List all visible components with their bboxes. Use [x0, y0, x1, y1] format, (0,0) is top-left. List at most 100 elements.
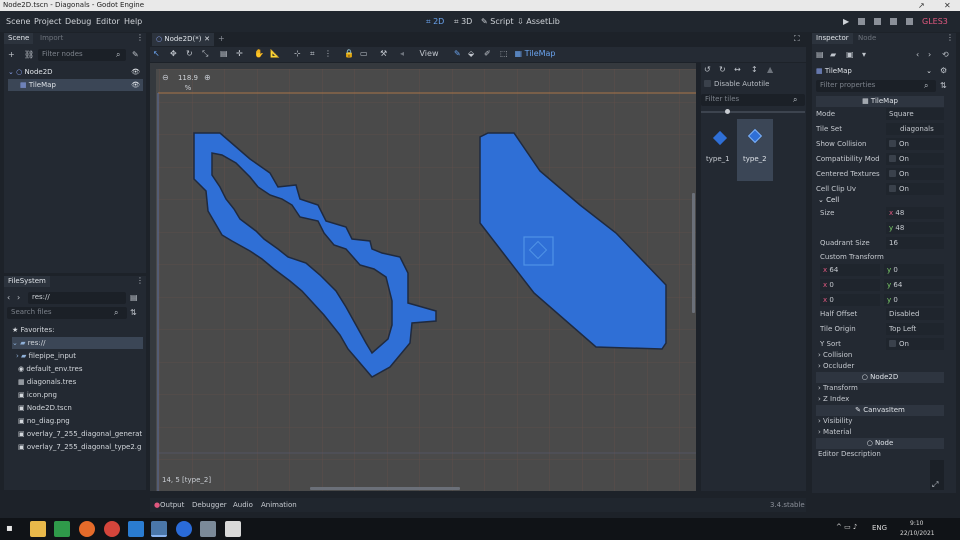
prop-value[interactable]: On [886, 338, 944, 350]
workspace-script[interactable]: ✎ Script [481, 11, 513, 32]
select-mode-icon[interactable]: ↖ [153, 49, 160, 59]
save-resource-icon[interactable]: ▣ [846, 50, 854, 60]
tile-item-type2[interactable]: type_2 [737, 119, 773, 181]
close-icon[interactable]: ✕ [944, 0, 951, 11]
viewport-2d[interactable]: ⊖ 118.9 % ⊕ 14, 5 [type_2] [150, 63, 696, 491]
language-indicator[interactable]: ENG [872, 524, 887, 532]
section-collision[interactable]: › Collision [818, 350, 852, 361]
fs-file[interactable]: ▣ Node2D.tscn [18, 402, 72, 414]
checkbox[interactable] [889, 170, 896, 177]
paint-icon[interactable]: ✎ [454, 49, 461, 59]
bone-icon[interactable]: ⚒ [380, 49, 387, 59]
lock-icon[interactable]: 🔒 [344, 49, 354, 59]
distraction-free-icon[interactable]: ⛶ [794, 34, 800, 44]
disable-autotile-option[interactable]: Disable Autotile [704, 79, 769, 89]
tile-item-type1[interactable]: type_1 [704, 119, 734, 179]
prop-compatibility[interactable]: Compatibility Mod On [816, 152, 944, 166]
key-icon[interactable]: ◂ [400, 49, 404, 59]
add-node-icon[interactable]: + [8, 50, 15, 60]
fs-root-folder[interactable]: ⌄ ▰ res:// [12, 337, 143, 349]
transform-y[interactable]: y 64 [884, 279, 944, 291]
tab-scene[interactable]: Scene [4, 33, 34, 44]
menu-scene[interactable]: Scene [6, 11, 30, 32]
bucket-fill-icon[interactable]: ⬙ [468, 49, 474, 59]
sort-properties-icon[interactable]: ⇅ [940, 81, 947, 91]
split-view-icon[interactable]: ▤ [130, 293, 138, 303]
tab-node[interactable]: Node [854, 33, 880, 44]
transform-x[interactable]: x 0 [820, 279, 880, 291]
transform-x[interactable]: x 64 [820, 264, 880, 276]
object-properties-icon[interactable]: ⚙ [940, 66, 947, 76]
workspace-assetlib[interactable]: ⇩ AssetLib [517, 11, 560, 32]
prop-value[interactable]: On [886, 183, 944, 195]
checkbox[interactable] [889, 185, 896, 192]
prop-tile-set[interactable]: Tile Set diagonals [816, 122, 944, 136]
prop-cell-size-x[interactable]: Size x 48 [816, 206, 944, 220]
filter-tiles-input[interactable]: Filter tiles [701, 94, 805, 106]
fs-folder[interactable]: › ▰ filepipe_input [16, 350, 76, 362]
play-custom-icon[interactable] [906, 18, 913, 25]
tab-import[interactable]: Import [36, 33, 67, 44]
add-tab-icon[interactable]: + [218, 34, 225, 44]
checkbox[interactable] [889, 155, 896, 162]
back-icon[interactable]: ‹ [7, 293, 10, 303]
section-visibility[interactable]: › Visibility [818, 416, 852, 427]
tab-filesystem[interactable]: FileSystem [4, 276, 50, 287]
fs-file[interactable]: ▦ diagonals.tres [18, 376, 76, 388]
section-material[interactable]: › Material [818, 427, 851, 438]
explorer-icon[interactable] [30, 521, 46, 537]
prop-value[interactable]: On [886, 168, 944, 180]
fs-file[interactable]: ◉ default_env.tres [18, 363, 82, 375]
close-tab-icon[interactable]: ✕ [204, 33, 210, 46]
menu-project[interactable]: Project [34, 11, 61, 32]
viewport-canvas[interactable] [150, 63, 696, 491]
tray-icons[interactable]: ^ ▭ ♪ [836, 523, 857, 531]
menu-dots-icon[interactable]: ⋮ [946, 33, 954, 43]
prop-value[interactable]: Disabled [886, 308, 944, 320]
menu-editor[interactable]: Editor [96, 11, 120, 32]
app-icon[interactable] [200, 521, 216, 537]
fs-favorites[interactable]: ★ Favorites: [12, 324, 55, 336]
move-mode-icon[interactable]: ✥ [170, 49, 177, 59]
checkbox[interactable] [889, 140, 896, 147]
transform-row-2[interactable]: x 0 y 0 [816, 293, 944, 307]
stop-icon[interactable] [874, 18, 881, 25]
prop-value[interactable]: Square [886, 108, 944, 120]
tree-node-tilemap[interactable]: ▦ TileMap 👁 [8, 79, 143, 91]
section-occluder[interactable]: › Occluder [818, 361, 854, 372]
expand-icon[interactable]: ⤢ [932, 480, 938, 490]
renderer-label[interactable]: GLES3 [922, 11, 948, 32]
rotate-left-icon[interactable]: ↺ [704, 65, 711, 75]
flip-vertical-icon[interactable]: ↕ [751, 65, 758, 75]
firefox-icon[interactable] [79, 521, 95, 537]
open-resource-icon[interactable]: ▰ [830, 50, 836, 60]
transform-row-0[interactable]: x 64 y 0 [816, 263, 944, 277]
history-icon[interactable]: ⟲ [942, 50, 949, 60]
prop-quadrant-size[interactable]: Quadrant Size 16 [816, 236, 944, 250]
prop-value[interactable]: y 48 [886, 222, 944, 234]
history-forward-icon[interactable]: › [928, 50, 931, 60]
zoom-level[interactable]: 118.9 % [174, 73, 202, 93]
menu-dots-icon[interactable]: ⋮ [136, 33, 144, 43]
prop-centered-textures[interactable]: Centered Textures On [816, 167, 944, 181]
prop-editor-description[interactable]: Editor Description [818, 449, 881, 460]
slider-grabber[interactable] [725, 109, 730, 114]
workspace-3d[interactable]: ⌗ 3D [454, 11, 472, 32]
new-resource-icon[interactable]: ▤ [816, 50, 824, 60]
pause-icon[interactable] [858, 18, 865, 25]
fs-file[interactable]: ▣ icon.png [18, 389, 57, 401]
visibility-eye-icon[interactable]: 👁 [131, 66, 140, 78]
menu-dots-icon[interactable]: ⋮ [324, 49, 332, 59]
prop-tile-origin[interactable]: Tile Origin Top Left [816, 322, 944, 336]
visibility-eye-icon[interactable]: 👁 [131, 79, 140, 91]
forward-icon[interactable]: › [17, 293, 20, 303]
group-icon[interactable]: ▭ [360, 49, 368, 59]
windows-start-icon[interactable]: ▪ [6, 524, 13, 534]
clock-date[interactable]: 22/10/2021 [900, 530, 935, 537]
ruler-icon[interactable]: 📐 [270, 49, 280, 59]
prop-value[interactable]: diagonals [886, 123, 944, 135]
path-field[interactable]: res:// [28, 292, 126, 304]
instance-scene-icon[interactable]: ⛓ [24, 50, 34, 60]
palette-size-slider[interactable] [701, 111, 805, 113]
script-attach-icon[interactable]: ✎ [132, 50, 139, 60]
